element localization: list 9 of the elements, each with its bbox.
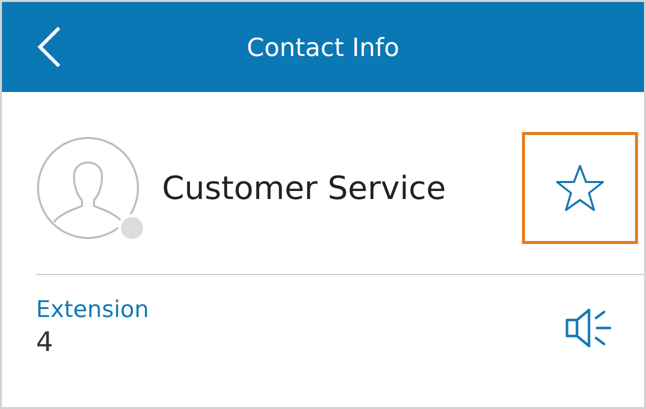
field-label: Extension (36, 297, 150, 323)
speaker-icon[interactable] (564, 306, 614, 350)
star-icon (555, 164, 605, 212)
window-title: Contact Info (246, 32, 400, 62)
field-value: 4 (36, 327, 54, 358)
favorite-button[interactable] (522, 132, 638, 244)
avatar-icon (36, 136, 140, 240)
contact-name: Customer Service (162, 169, 447, 207)
back-icon (36, 26, 62, 68)
